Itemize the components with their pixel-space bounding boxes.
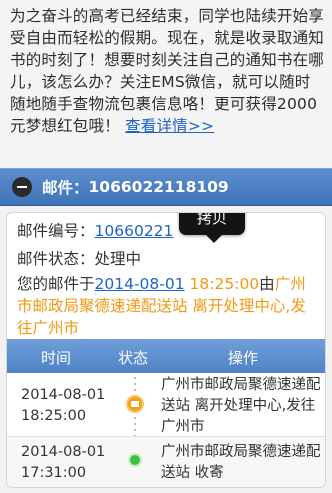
copy-tooltip[interactable]: 拷贝: [179, 212, 245, 243]
tracking-card: 邮件编号：10660221 邮件状态：处理中 您的邮件于2014-08-01 1…: [6, 212, 326, 488]
mail-status-value: 处理中: [94, 250, 142, 268]
table-row: 2014-08-01 18:25:00 广州市邮政局聚德速递配送站 离开处理中心…: [7, 373, 325, 475]
mail-id-row: 邮件编号：10660221: [17, 219, 173, 241]
check-dot-icon: [128, 453, 142, 467]
mail-detail-text: 您的邮件于2014-08-01 18:25:00由广州市邮政局聚德速递配送站 离…: [17, 273, 317, 339]
detail-time: 18:25:00: [189, 275, 260, 293]
column-header-time: 时间: [41, 349, 72, 367]
detail-prefix: 您的邮件于: [17, 275, 95, 293]
row-operation: 广州市邮政局聚德速递配送站 离开处理中心,发往广州市: [161, 377, 321, 435]
view-details-link[interactable]: 查看详情>>: [125, 117, 214, 135]
mail-id-value[interactable]: 10660221: [95, 222, 174, 240]
mail-header[interactable]: 邮件： 1066022118109: [0, 168, 332, 206]
column-header-status: 状态: [118, 349, 149, 367]
row-operation: 广州市邮政局聚德速递配送站 收寄: [161, 444, 321, 481]
mail-id-label: 邮件编号：: [17, 222, 95, 240]
copy-tooltip-label: 拷贝: [196, 212, 227, 227]
row-date: 2014-08-01: [21, 444, 106, 460]
row-datetime: 2014-08-01 17:31:00: [21, 442, 105, 484]
row-time: 17:31:00: [21, 465, 87, 481]
intro-message: 为之奋斗的高考已经结束，同学也陆续开始享受自由而轻松的假期。现在，就是收录取通知…: [10, 7, 325, 135]
truck-icon: [126, 395, 144, 413]
row-time: 18:25:00: [21, 408, 87, 424]
mail-header-label: 邮件：: [42, 179, 89, 197]
intro-text: 为之奋斗的高考已经结束，同学也陆续开始享受自由而轻松的假期。现在，就是收录取通知…: [0, 0, 332, 166]
row-datetime: 2014-08-01 18:25:00: [21, 385, 105, 427]
collapse-icon[interactable]: [12, 177, 32, 197]
mail-status-row: 邮件状态：处理中: [17, 247, 141, 269]
tracking-table-header: 时间 状态 操作: [7, 339, 325, 373]
mail-header-number: 1066022118109: [88, 178, 229, 196]
table-row: 2014-08-01 17:31:00 广州市邮政局聚德速递配送站 收寄: [7, 436, 325, 487]
column-header-operation: 操作: [228, 349, 259, 367]
detail-date-link[interactable]: 2014-08-01: [95, 275, 185, 293]
timeline-line: [134, 375, 136, 391]
detail-mid: 由: [259, 275, 275, 293]
mail-status-label: 邮件状态：: [17, 250, 95, 268]
row-date: 2014-08-01: [21, 387, 106, 403]
